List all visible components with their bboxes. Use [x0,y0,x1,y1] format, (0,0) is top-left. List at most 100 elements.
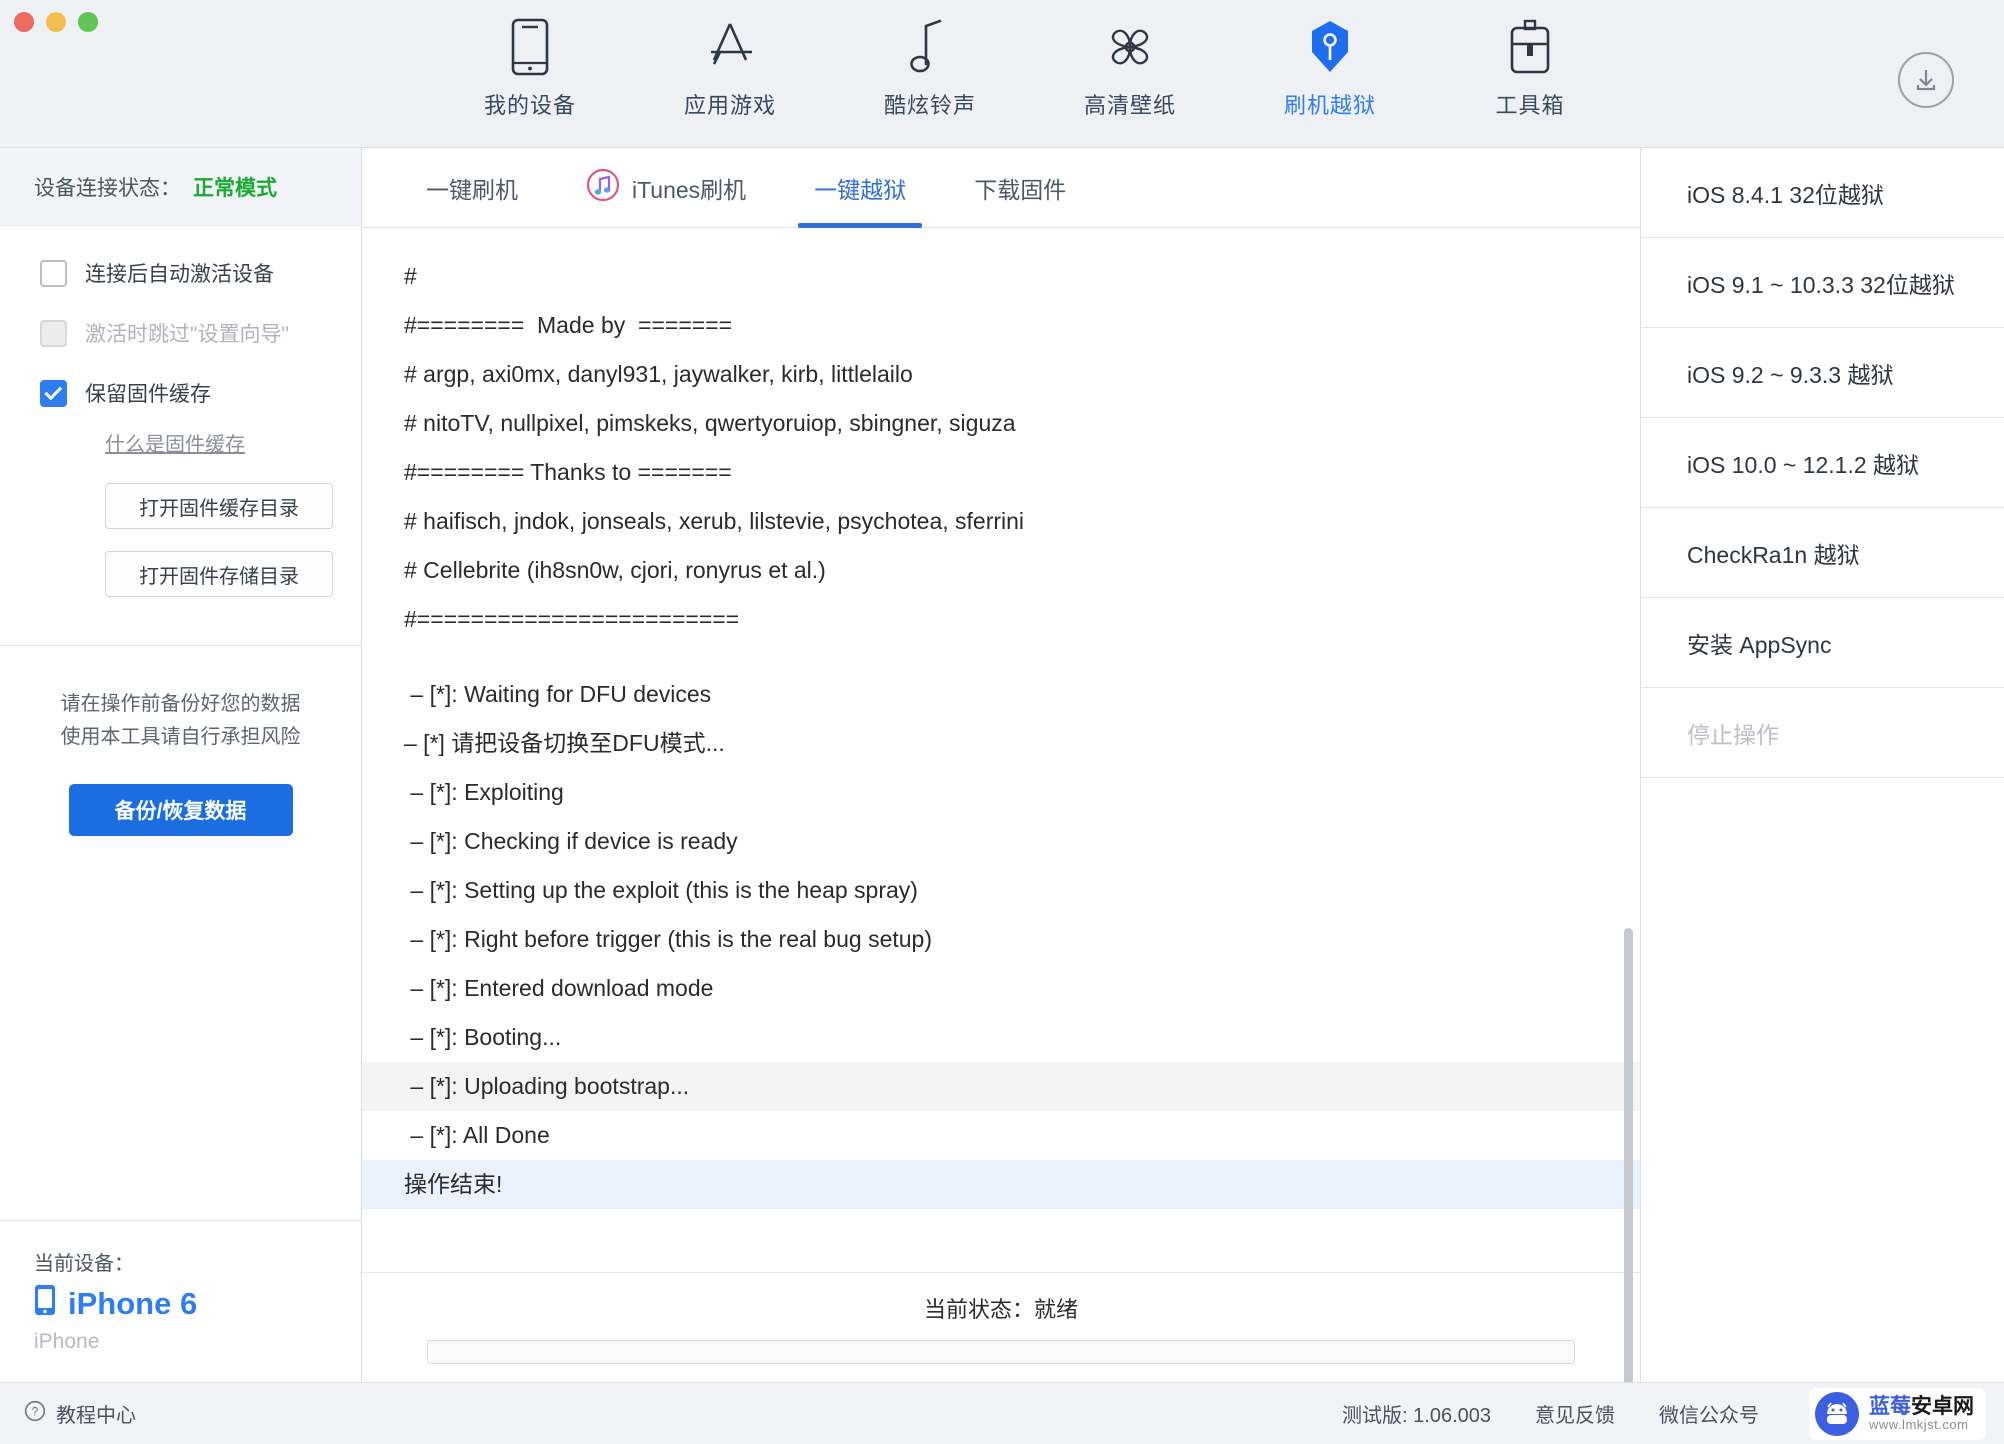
current-device-model: iPhone [34,1330,100,1353]
itunes-icon [586,168,620,208]
connection-status: 设备连接状态： 正常模式 [0,148,361,226]
log-line-operation-finished: 操作结束! [362,1160,1640,1209]
warning-line-2: 使用本工具请自行承担风险 [60,726,301,748]
auto-activate-checkbox[interactable] [40,259,67,287]
tab-one-click-flash[interactable]: 一键刷机 [392,148,552,228]
action-checkra1n[interactable]: CheckRa1n 越狱 [1641,508,2004,598]
nav-item-wallpapers[interactable]: 高清壁纸 [1030,16,1230,120]
log-line: – [*]: Waiting for DFU devices [404,681,712,707]
action-ios-841-32bit[interactable]: iOS 8.4.1 32位越狱 [1641,148,2004,238]
tutorial-center-link[interactable]: ? 教程中心 [24,1399,136,1428]
option-keep-firmware-cache[interactable]: 保留固件缓存 [40,378,361,408]
keep-firmware-cache-checkbox[interactable] [40,379,67,407]
what-is-firmware-cache-link[interactable]: 什么是固件缓存 [105,428,245,457]
warning-line-1: 请在操作前备份好您的数据 [60,693,301,715]
status-value: 就绪 [1034,1296,1079,1322]
nav-label: 我的设备 [483,93,576,118]
current-device-panel: 当前设备： iPhone 6 iPhone [0,1220,361,1382]
svg-text:?: ? [32,1404,39,1418]
version-label: 测试版: 1.06.003 [1342,1405,1491,1427]
log-line: # haifisch, jndok, jonseals, xerub, lils… [404,508,1025,534]
top-toolbar: 我的设备 应用游戏 酷炫铃声 高清壁纸 刷机越狱 工具箱 [0,0,2004,148]
log-line: – [*]: Exploiting [404,779,564,805]
music-note-icon [908,16,952,78]
current-device-name: iPhone 6 [68,1286,198,1321]
tab-label: 一键越狱 [814,176,907,203]
action-stop-operation: 停止操作 [1641,688,2004,778]
nav-label: 高清壁纸 [1083,93,1176,118]
watermark-url: www.lmkjst.com [1869,1416,1969,1432]
site-watermark: 蓝莓安卓网 www.lmkjst.com [1809,1387,1986,1440]
backup-restore-button[interactable]: 备份/恢复数据 [68,784,293,836]
main-nav: 我的设备 应用游戏 酷炫铃声 高清壁纸 刷机越狱 工具箱 [430,16,1630,120]
log-line: – [*]: Entered download mode [404,975,714,1001]
action-install-appsync[interactable]: 安装 AppSync [1641,598,2004,688]
progress-bar [427,1339,1575,1364]
skip-setup-wizard-checkbox [40,319,67,347]
open-firmware-store-dir-button[interactable]: 打开固件存储目录 [105,551,333,597]
log-line: # [404,263,417,289]
log-line: #======================== [404,606,740,632]
log-line: – [*]: Right before trigger (this is the… [404,926,932,952]
nav-item-toolbox[interactable]: 工具箱 [1430,16,1630,120]
tab-label: iTunes刷机 [632,176,747,203]
nav-item-jailbreak[interactable]: 刷机越狱 [1230,16,1430,120]
wechat-link[interactable]: 微信公众号 [1659,1399,1759,1428]
center-panel: 一键刷机 iTunes刷机 一键越狱 下载固件 # #======== Made… [362,148,1640,1444]
watermark-text: 蓝莓安卓网 www.lmkjst.com [1869,1394,1974,1432]
log-scrollbar[interactable] [1624,928,1633,1444]
flower-wallpaper-icon [1100,16,1160,78]
tutorial-center-label: 教程中心 [56,1405,136,1427]
log-line: – [*]: Booting... [404,1024,562,1050]
tab-one-click-jailbreak[interactable]: 一键越狱 [780,148,940,228]
current-device-name-row: iPhone 6 [34,1284,361,1324]
bottom-right-group: 测试版: 1.06.003 意见反馈 微信公众号 蓝莓安卓网 www.lmkjs… [1342,1387,2004,1440]
log-line: #======== Thanks to ======= [404,459,732,485]
action-ios-100-1212[interactable]: iOS 10.0 ~ 12.1.2 越狱 [1641,418,2004,508]
option-auto-activate[interactable]: 连接后自动激活设备 [40,258,361,288]
feedback-link[interactable]: 意见反馈 [1535,1399,1615,1428]
tab-itunes-flash[interactable]: iTunes刷机 [552,148,780,228]
watermark-title-blue: 蓝莓 [1869,1394,1911,1418]
main-body: 设备连接状态： 正常模式 连接后自动激活设备 激活时跳过"设置向导" 保留固件缓… [0,148,2004,1444]
current-device-caption: 当前设备： [34,1253,134,1275]
tab-download-firmware[interactable]: 下载固件 [940,148,1100,228]
watermark-title: 蓝莓安卓网 [1869,1394,1974,1418]
backup-warning: 请在操作前备份好您的数据 使用本工具请自行承担风险 备份/恢复数据 [0,646,361,836]
jailbreak-shield-icon [1308,16,1352,78]
connection-status-label: 设备连接状态： [34,176,181,200]
option-label: 激活时跳过"设置向导" [85,323,289,346]
nav-item-my-device[interactable]: 我的设备 [430,16,630,120]
minimize-button[interactable] [46,12,66,32]
tab-label: 下载固件 [974,176,1067,203]
log-line: # argp, axi0mx, danyl931, jaywalker, kir… [404,361,913,387]
option-label: 连接后自动激活设备 [85,263,274,286]
action-ios-92-933[interactable]: iOS 9.2 ~ 9.3.3 越狱 [1641,328,2004,418]
action-ios-91-1033-32bit[interactable]: iOS 9.1 ~ 10.3.3 32位越狱 [1641,238,2004,328]
log-output[interactable]: # #======== Made by ======= # argp, axi0… [362,228,1640,1272]
log-line: – [*]: Setting up the exploit (this is t… [404,877,918,903]
tab-label: 一键刷机 [426,176,518,203]
log-line: #======== Made by ======= [404,312,733,338]
appstore-icon [702,16,758,78]
option-label: 保留固件缓存 [85,383,211,406]
open-firmware-cache-dir-button[interactable]: 打开固件缓存目录 [105,483,333,529]
download-icon[interactable] [1898,52,1954,108]
toolbox-icon [1506,16,1554,78]
status-label: 当前状态： [923,1296,1034,1322]
phone-icon [510,16,550,78]
android-robot-icon [1815,1391,1859,1436]
close-button[interactable] [14,12,34,32]
maximize-button[interactable] [78,12,98,32]
option-skip-setup-wizard: 激活时跳过"设置向导" [40,318,361,348]
sidebar-options: 连接后自动激活设备 激活时跳过"设置向导" 保留固件缓存 什么是固件缓存 打开固… [0,226,361,646]
iphone-icon [34,1284,56,1324]
watermark-title-dark: 安卓网 [1911,1394,1974,1418]
nav-label: 酷炫铃声 [883,93,976,118]
nav-item-ringtones[interactable]: 酷炫铃声 [830,16,1030,120]
left-sidebar: 设备连接状态： 正常模式 连接后自动激活设备 激活时跳过"设置向导" 保留固件缓… [0,148,362,1382]
nav-item-apps-games[interactable]: 应用游戏 [630,16,830,120]
log-line-blank [362,644,1640,670]
tab-bar: 一键刷机 iTunes刷机 一键越狱 下载固件 [362,148,1640,228]
